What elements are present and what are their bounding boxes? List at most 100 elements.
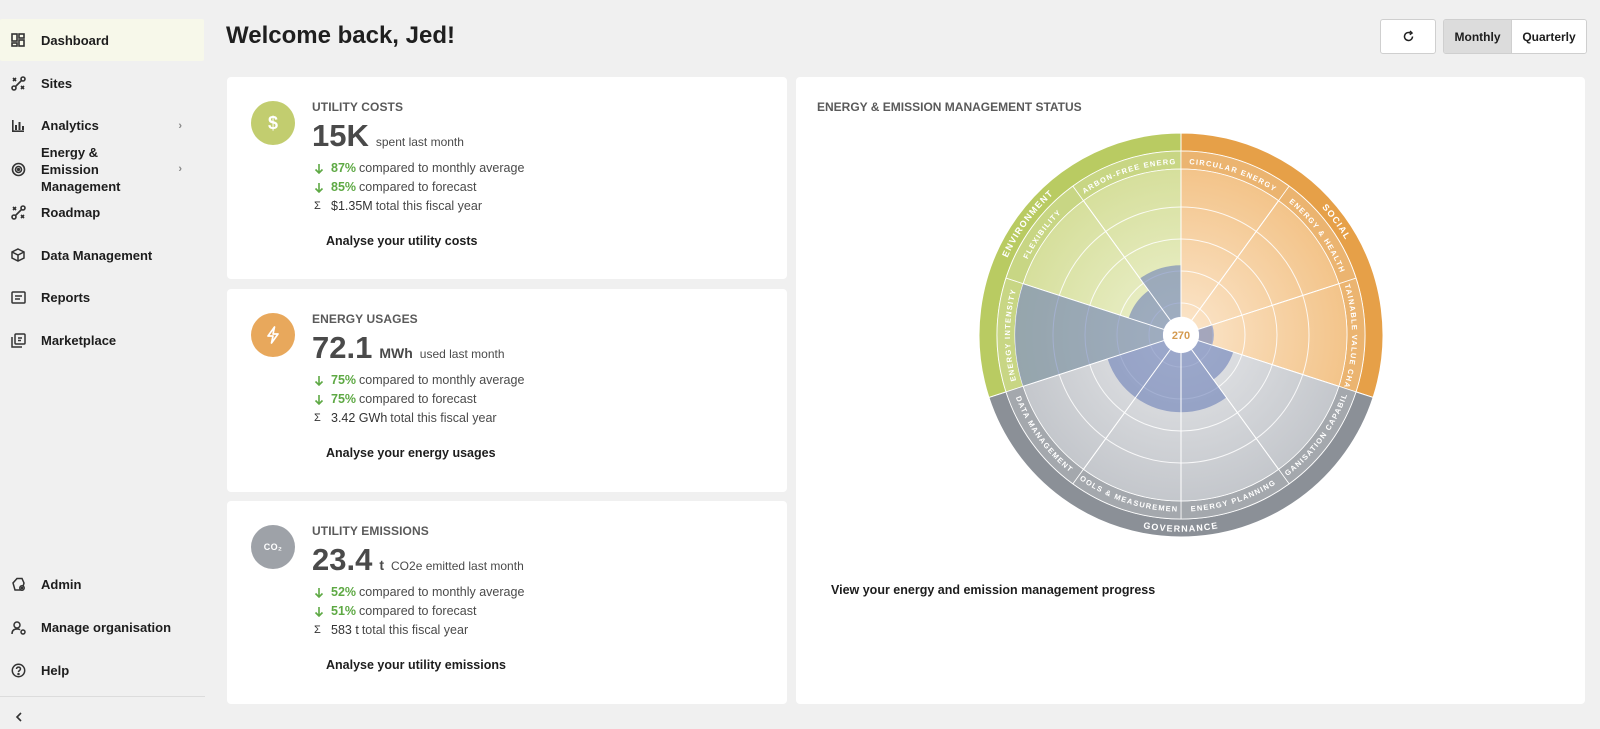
metric-suffix: spent last month: [375, 135, 464, 149]
sidebar-item-label: Analytics: [41, 118, 99, 133]
center-value: 270: [1172, 330, 1190, 342]
comparison-forecast: 75% compared to forecast: [314, 392, 476, 406]
refresh-icon: [1403, 30, 1413, 42]
collapse-sidebar-button[interactable]: [12, 710, 26, 724]
analyse-utility-emissions-link[interactable]: Analyse your utility emissions: [326, 658, 506, 672]
metric-unit: t: [379, 557, 385, 573]
comparison-monthly: 75% compared to monthly average: [314, 373, 524, 387]
comparison-text: compared to forecast: [359, 180, 477, 194]
card-main-value: 72.1 MWh used last month: [312, 330, 505, 366]
metric-value: 23.4: [312, 542, 373, 577]
sigma-icon: Σ: [314, 624, 321, 636]
sidebar-item-dashboard[interactable]: Dashboard: [0, 19, 204, 61]
roadmap-icon: [10, 204, 26, 220]
fiscal-total: Σ 583 t total this fiscal year: [314, 623, 468, 637]
analyse-energy-usages-link[interactable]: Analyse your energy usages: [326, 446, 496, 460]
metric-value: 72.1: [312, 330, 373, 365]
sidebar-item-roadmap[interactable]: Roadmap: [0, 191, 204, 233]
sidebar-item-label: Sites: [41, 75, 73, 91]
sidebar-item-label: Reports: [41, 289, 91, 305]
comparison-forecast: 85% compared to forecast: [314, 180, 476, 194]
comparison-pct: 51%: [331, 604, 357, 618]
sidebar-item-label: Admin: [41, 576, 82, 592]
sidebar-item-label: Help: [41, 662, 70, 678]
comparison-monthly: 52% compared to monthly average: [314, 585, 524, 599]
sidebar-item-data-management[interactable]: Data Management: [0, 234, 204, 276]
target-icon: [10, 161, 26, 177]
total-value: 3.42 GWh: [331, 411, 388, 425]
sidebar-item-sites[interactable]: Sites: [0, 62, 204, 104]
card-heading: UTILITY COSTS: [312, 100, 404, 114]
co2-icon: CO₂: [251, 525, 295, 569]
card-heading: UTILITY EMISSIONS: [312, 524, 429, 538]
page-title: Welcome back, Jed!: [226, 22, 455, 49]
energy-usages-card: ENERGY USAGES 72.1 MWh used last month 7…: [227, 289, 787, 492]
manage-org-icon: [10, 619, 26, 635]
total-text: total this fiscal year: [361, 623, 469, 637]
sidebar-item-manage-organisation[interactable]: Manage organisation: [0, 606, 204, 648]
status-card: ENERGY & EMISSION MANAGEMENT STATUS 270 E…: [796, 77, 1585, 704]
dollar-icon: $: [251, 101, 295, 145]
dashboard-icon: [10, 32, 26, 48]
sidebar-item-admin[interactable]: Admin: [0, 563, 204, 605]
total-value: 583 t: [331, 623, 359, 637]
sidebar-item-energy-emission[interactable]: Energy & Emission Management ›: [0, 145, 204, 194]
comparison-pct: 52%: [331, 585, 357, 599]
arrow-down-icon: [314, 163, 325, 174]
fiscal-total: Σ 3.42 GWh total this fiscal year: [314, 411, 497, 425]
reports-icon: [10, 289, 26, 305]
status-wheel[interactable]: 270ENVIRONMENTSOCIALGOVERNANCECARBON-FRE…: [977, 131, 1385, 539]
analytics-icon: [10, 118, 26, 134]
refresh-button[interactable]: [1380, 19, 1436, 54]
sidebar-item-label: Roadmap: [41, 204, 101, 220]
lightning-icon: [251, 313, 295, 357]
utility-emissions-card: CO₂ UTILITY EMISSIONS 23.4 t CO2e emitte…: [227, 501, 787, 704]
comparison-pct: 85%: [331, 180, 357, 194]
metric-suffix: CO2e emitted last month: [391, 559, 524, 573]
sidebar-item-reports[interactable]: Reports: [0, 276, 204, 318]
comparison-monthly: 87% compared to monthly average: [314, 161, 524, 175]
comparison-forecast: 51% compared to forecast: [314, 604, 476, 618]
chevron-right-icon: ›: [178, 163, 182, 175]
comparison-text: compared to monthly average: [359, 161, 525, 175]
sidebar-item-marketplace[interactable]: Marketplace: [0, 319, 204, 361]
metric-unit: MWh: [379, 345, 413, 361]
sidebar-divider: [0, 696, 205, 697]
arrow-down-icon: [314, 587, 325, 598]
sidebar-item-analytics[interactable]: Analytics ›: [0, 104, 204, 147]
arrow-down-icon: [314, 182, 325, 193]
card-main-value: 23.4 t CO2e emitted last month: [312, 542, 524, 578]
chevron-right-icon: ›: [178, 119, 182, 132]
comparison-text: compared to forecast: [359, 604, 477, 618]
comparison-text: compared to monthly average: [359, 373, 525, 387]
arrow-down-icon: [314, 375, 325, 386]
monthly-toggle-button[interactable]: Monthly: [1444, 20, 1512, 53]
sidebar-item-help[interactable]: Help: [0, 649, 204, 691]
analyse-utility-costs-link[interactable]: Analyse your utility costs: [326, 234, 477, 248]
view-progress-link[interactable]: View your energy and emission management…: [831, 583, 1155, 597]
total-text: total this fiscal year: [375, 199, 482, 213]
total-text: total this fiscal year: [390, 411, 497, 425]
sigma-icon: Σ: [314, 412, 321, 424]
sites-icon: [10, 75, 26, 91]
chevron-left-icon: [15, 712, 22, 722]
comparison-pct: 75%: [331, 373, 357, 387]
comparison-pct: 75%: [331, 392, 357, 406]
sidebar-item-label: Dashboard: [41, 32, 109, 48]
fiscal-total: Σ $1.35M total this fiscal year: [314, 199, 482, 213]
quarterly-toggle-button[interactable]: Quarterly: [1512, 20, 1586, 53]
cube-icon: [10, 247, 26, 263]
comparison-text: compared to monthly average: [359, 585, 525, 599]
sidebar-item-label: Energy & Emission Management: [41, 144, 121, 194]
arrow-down-icon: [314, 394, 325, 405]
card-main-value: 15K spent last month: [312, 118, 464, 154]
total-value: $1.35M: [331, 199, 373, 213]
help-icon: [10, 662, 26, 678]
utility-costs-card: $ UTILITY COSTS 15K spent last month 87%…: [227, 77, 787, 279]
admin-icon: [10, 576, 26, 592]
card-heading: ENERGY & EMISSION MANAGEMENT STATUS: [817, 100, 1082, 114]
sigma-icon: Σ: [314, 200, 321, 212]
metric-suffix: used last month: [419, 347, 505, 361]
marketplace-icon: [10, 332, 26, 348]
arrow-down-icon: [314, 606, 325, 617]
